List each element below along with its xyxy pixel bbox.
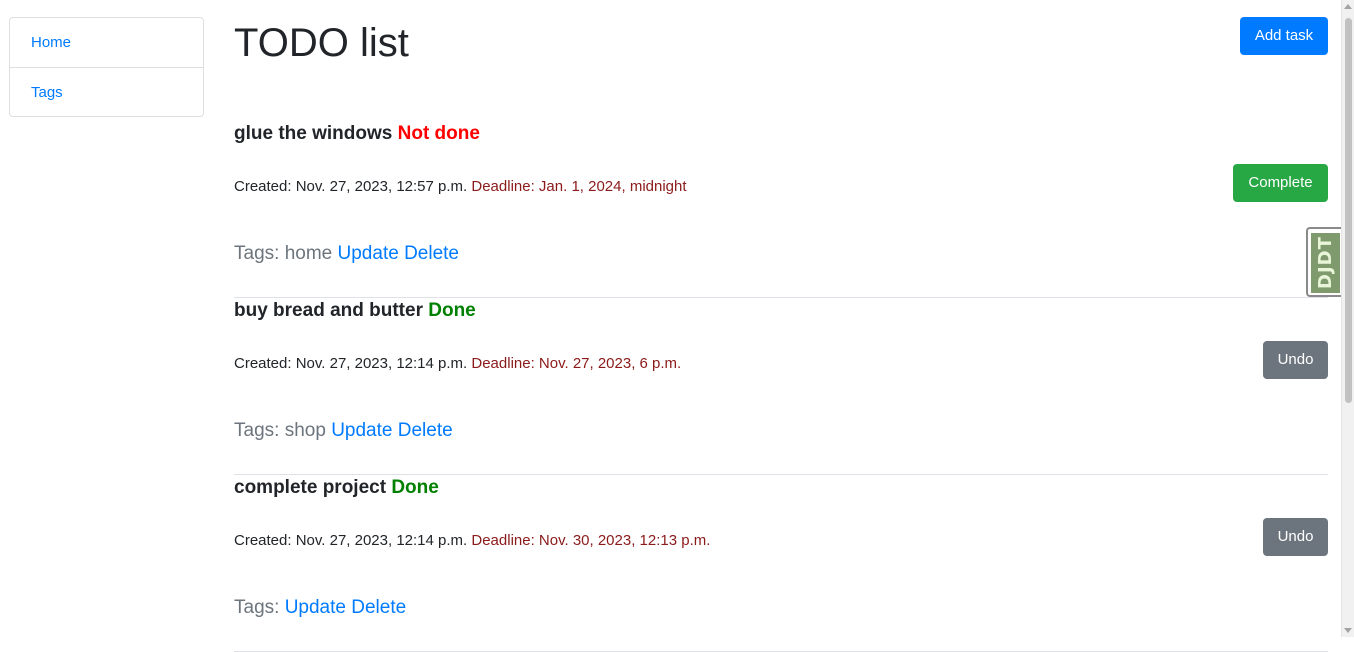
undo-button[interactable]: Undo xyxy=(1263,341,1328,379)
task-item: glue the windows Not done Created: Nov. … xyxy=(234,121,1328,298)
task-status-badge: Done xyxy=(391,477,439,498)
tags-label: Tags: xyxy=(234,420,280,441)
nav-item-home[interactable]: Home xyxy=(10,18,203,67)
delete-link[interactable]: Delete xyxy=(404,243,459,264)
task-tags-row: Tags: Update Delete xyxy=(234,595,406,621)
page-title: TODO list xyxy=(234,21,409,65)
task-created: Created: Nov. 27, 2023, 12:14 p.m. xyxy=(234,355,468,372)
task-item: complete project Done Created: Nov. 27, … xyxy=(234,475,1328,652)
debug-toolbar-logo: DJDT xyxy=(1311,233,1340,293)
scroll-up-icon[interactable] xyxy=(1344,4,1352,9)
task-title: complete project xyxy=(234,477,387,498)
task-deadline: Deadline: Nov. 27, 2023, 6 p.m. xyxy=(471,355,682,372)
task-heading: buy bread and butter Done xyxy=(234,298,476,324)
tags-value: shop xyxy=(284,420,326,441)
task-meta: Created: Nov. 27, 2023, 12:14 p.m. Deadl… xyxy=(234,530,710,552)
tags-value: home xyxy=(284,243,333,264)
task-title: buy bread and butter xyxy=(234,300,423,321)
task-meta: Created: Nov. 27, 2023, 12:14 p.m. Deadl… xyxy=(234,353,681,375)
task-meta: Created: Nov. 27, 2023, 12:57 p.m. Deadl… xyxy=(234,176,687,198)
update-link[interactable]: Update xyxy=(338,243,399,264)
update-link[interactable]: Update xyxy=(285,597,346,618)
add-task-button[interactable]: Add task xyxy=(1240,17,1328,55)
debug-toolbar-handle[interactable]: DJDT xyxy=(1306,227,1344,297)
task-created: Created: Nov. 27, 2023, 12:14 p.m. xyxy=(234,532,468,549)
task-tags-row: Tags: home Update Delete xyxy=(234,241,459,267)
vertical-scrollbar[interactable] xyxy=(1341,0,1354,637)
task-deadline: Deadline: Nov. 30, 2023, 12:13 p.m. xyxy=(471,532,711,549)
task-title: glue the windows xyxy=(234,123,393,144)
complete-button[interactable]: Complete xyxy=(1233,164,1328,202)
task-item: buy bread and butter Done Created: Nov. … xyxy=(234,298,1328,475)
scroll-down-icon[interactable] xyxy=(1344,628,1352,633)
task-tags-row: Tags: shop Update Delete xyxy=(234,418,453,444)
task-heading: complete project Done xyxy=(234,475,439,501)
delete-link[interactable]: Delete xyxy=(398,420,453,441)
task-deadline: Deadline: Jan. 1, 2024, midnight xyxy=(471,178,687,195)
delete-link[interactable]: Delete xyxy=(351,597,406,618)
sidebar-nav: Home Tags xyxy=(9,17,204,117)
undo-button[interactable]: Undo xyxy=(1263,518,1328,556)
tags-label: Tags: xyxy=(234,243,280,264)
task-status-badge: Not done xyxy=(397,123,480,144)
nav-item-tags[interactable]: Tags xyxy=(10,67,203,116)
task-heading: glue the windows Not done xyxy=(234,121,480,147)
task-created: Created: Nov. 27, 2023, 12:57 p.m. xyxy=(234,178,468,195)
task-status-badge: Done xyxy=(428,300,476,321)
scrollbar-thumb[interactable] xyxy=(1345,18,1352,403)
tags-label: Tags: xyxy=(234,597,280,618)
update-link[interactable]: Update xyxy=(331,420,392,441)
